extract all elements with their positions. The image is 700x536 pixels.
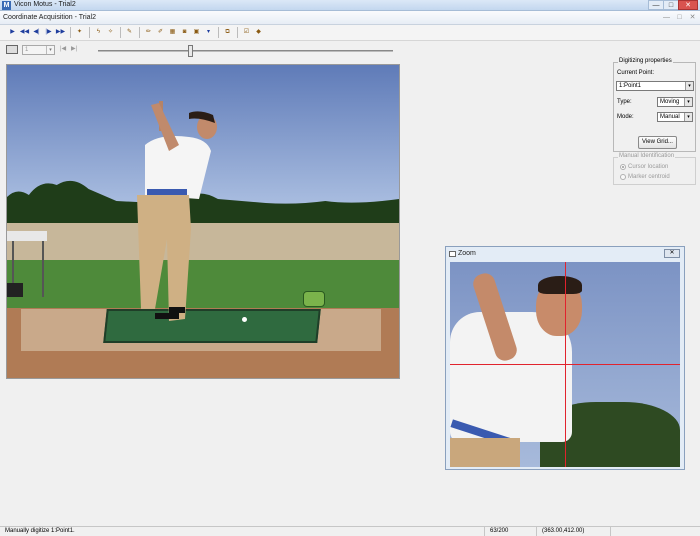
- status-divider: [536, 527, 537, 536]
- zoom-window[interactable]: Zoom ✕: [445, 246, 685, 470]
- close-button[interactable]: ✕: [678, 0, 698, 10]
- window-icon: [449, 250, 456, 257]
- zoom-title-bar: Zoom: [449, 250, 476, 257]
- camera-select-icon[interactable]: [6, 45, 18, 54]
- status-message: Manually digitize 1:Point1.: [5, 528, 75, 534]
- marker-centroid-label: Marker centroid: [628, 174, 670, 180]
- maximize-button[interactable]: □: [663, 0, 679, 10]
- status-divider: [484, 527, 485, 536]
- video-frame[interactable]: [6, 64, 400, 379]
- type-label: Type:: [617, 99, 632, 105]
- minimize-button[interactable]: —: [648, 0, 664, 10]
- type-value: Moving: [660, 99, 680, 105]
- toolbar-divider: [89, 27, 90, 38]
- zoom-close-button[interactable]: ✕: [664, 249, 680, 258]
- step-back-icon[interactable]: ◀|: [31, 27, 42, 38]
- frame-select-value: 1: [25, 47, 29, 53]
- pencil-icon[interactable]: ✏: [143, 27, 154, 38]
- app-title: Vicon Motus - Trial2: [14, 1, 76, 8]
- chevron-down-icon: ▾: [685, 82, 693, 90]
- film-icon[interactable]: ▦: [167, 27, 178, 38]
- mode-label: Mode:: [617, 114, 634, 120]
- status-bar: Manually digitize 1:Point1. 63/200 (363.…: [0, 526, 700, 536]
- digitizing-properties-panel: Digitizing properties Current Point: 1:P…: [613, 58, 696, 152]
- lightning-icon[interactable]: ϟ: [93, 27, 104, 38]
- current-point-label: Current Point:: [617, 70, 655, 76]
- marker-centroid-option[interactable]: Marker centroid: [620, 174, 670, 180]
- toolbar-divider: [237, 27, 238, 38]
- toolbar-divider: [139, 27, 140, 38]
- status-frame-counter: 63/200: [490, 528, 509, 534]
- type-select[interactable]: Moving ▾: [657, 97, 693, 107]
- child-maximize-button[interactable]: □: [674, 13, 685, 22]
- properties-icon[interactable]: ⧉: [222, 27, 233, 38]
- zoom-golfer-hair: [538, 276, 582, 294]
- book-icon[interactable]: ◆: [253, 27, 264, 38]
- pencil-edit-icon[interactable]: ✐: [155, 27, 166, 38]
- child-close-button[interactable]: ✕: [687, 13, 698, 22]
- last-frame-icon[interactable]: ▶|: [71, 45, 77, 52]
- chevron-down-icon: ▾: [684, 98, 692, 106]
- zoom-golfer-pants: [450, 438, 520, 467]
- status-divider: [610, 527, 611, 536]
- golf-ball: [242, 317, 247, 322]
- toolbar-divider: [218, 27, 219, 38]
- ball-basket: [303, 291, 325, 307]
- play-icon[interactable]: ▶: [7, 27, 18, 38]
- checklist-icon[interactable]: ☑: [241, 27, 252, 38]
- current-point-value: 1:Point1: [619, 83, 642, 89]
- current-point-select[interactable]: 1:Point1 ▾: [616, 81, 694, 91]
- child-window-controls: — □ ✕: [661, 13, 698, 22]
- app-logo-icon: M: [2, 1, 11, 10]
- child-window-title-bar: Coordinate Acquisition - Trial2 — □ ✕: [0, 11, 700, 25]
- chevron-down-icon: ▾: [684, 113, 692, 121]
- mode-select[interactable]: Manual ▾: [657, 112, 693, 122]
- toolbar-divider: [120, 27, 121, 38]
- zoom-view[interactable]: [450, 262, 680, 467]
- app-title-bar: M Vicon Motus - Trial2 — □ ✕: [0, 0, 700, 11]
- video-stand: [7, 231, 47, 297]
- marker-icon[interactable]: ✎: [124, 27, 135, 38]
- cursor-location-option[interactable]: Cursor location: [620, 164, 668, 170]
- window-controls: — □ ✕: [648, 0, 698, 10]
- step-forward-icon[interactable]: |▶: [43, 27, 54, 38]
- magic-wand-icon[interactable]: ✦: [74, 27, 85, 38]
- chevron-down-icon[interactable]: ▾: [203, 27, 214, 38]
- child-minimize-button[interactable]: —: [661, 13, 672, 22]
- cursor-location-label: Cursor location: [628, 164, 669, 170]
- cursor-location-radio[interactable]: [620, 164, 626, 170]
- toolbar: ▶ ◀◀ ◀| |▶ ▶▶ ✦ ϟ ✧ ✎ ✏ ✐ ▦ ◙ ▣ ▾ ⧉ ☑ ◆: [0, 25, 700, 41]
- frame-slider-track[interactable]: [98, 50, 393, 52]
- frame-slider-thumb[interactable]: [188, 45, 193, 57]
- video-golfer: [137, 101, 217, 321]
- manual-identification-panel: Manual Identification Cursor location Ma…: [613, 153, 696, 185]
- chevron-down-icon: ▾: [46, 46, 54, 54]
- view-options-icon[interactable]: ▣: [191, 27, 202, 38]
- camera-icon[interactable]: ◙: [179, 27, 190, 38]
- child-window-title: Coordinate Acquisition - Trial2: [3, 14, 96, 21]
- marker-centroid-radio[interactable]: [620, 174, 626, 180]
- toolbar-divider: [70, 27, 71, 38]
- manual-identification-legend: Manual Identification: [618, 153, 676, 159]
- frame-navigation: 1 ▾ |◀ ▶|: [0, 41, 700, 59]
- fast-forward-icon[interactable]: ▶▶: [55, 27, 66, 38]
- frame-select[interactable]: 1 ▾: [22, 45, 55, 55]
- first-frame-icon[interactable]: |◀: [60, 45, 66, 52]
- auto-track-icon[interactable]: ✧: [105, 27, 116, 38]
- mode-value: Manual: [660, 114, 680, 120]
- rewind-icon[interactable]: ◀◀: [19, 27, 30, 38]
- crosshair-vertical: [565, 262, 566, 467]
- digitizing-properties-legend: Digitizing properties: [618, 58, 673, 64]
- status-coordinates: (363.00,412.00): [542, 528, 585, 534]
- zoom-title: Zoom: [458, 250, 476, 257]
- view-grid-button[interactable]: View Grid...: [638, 136, 677, 149]
